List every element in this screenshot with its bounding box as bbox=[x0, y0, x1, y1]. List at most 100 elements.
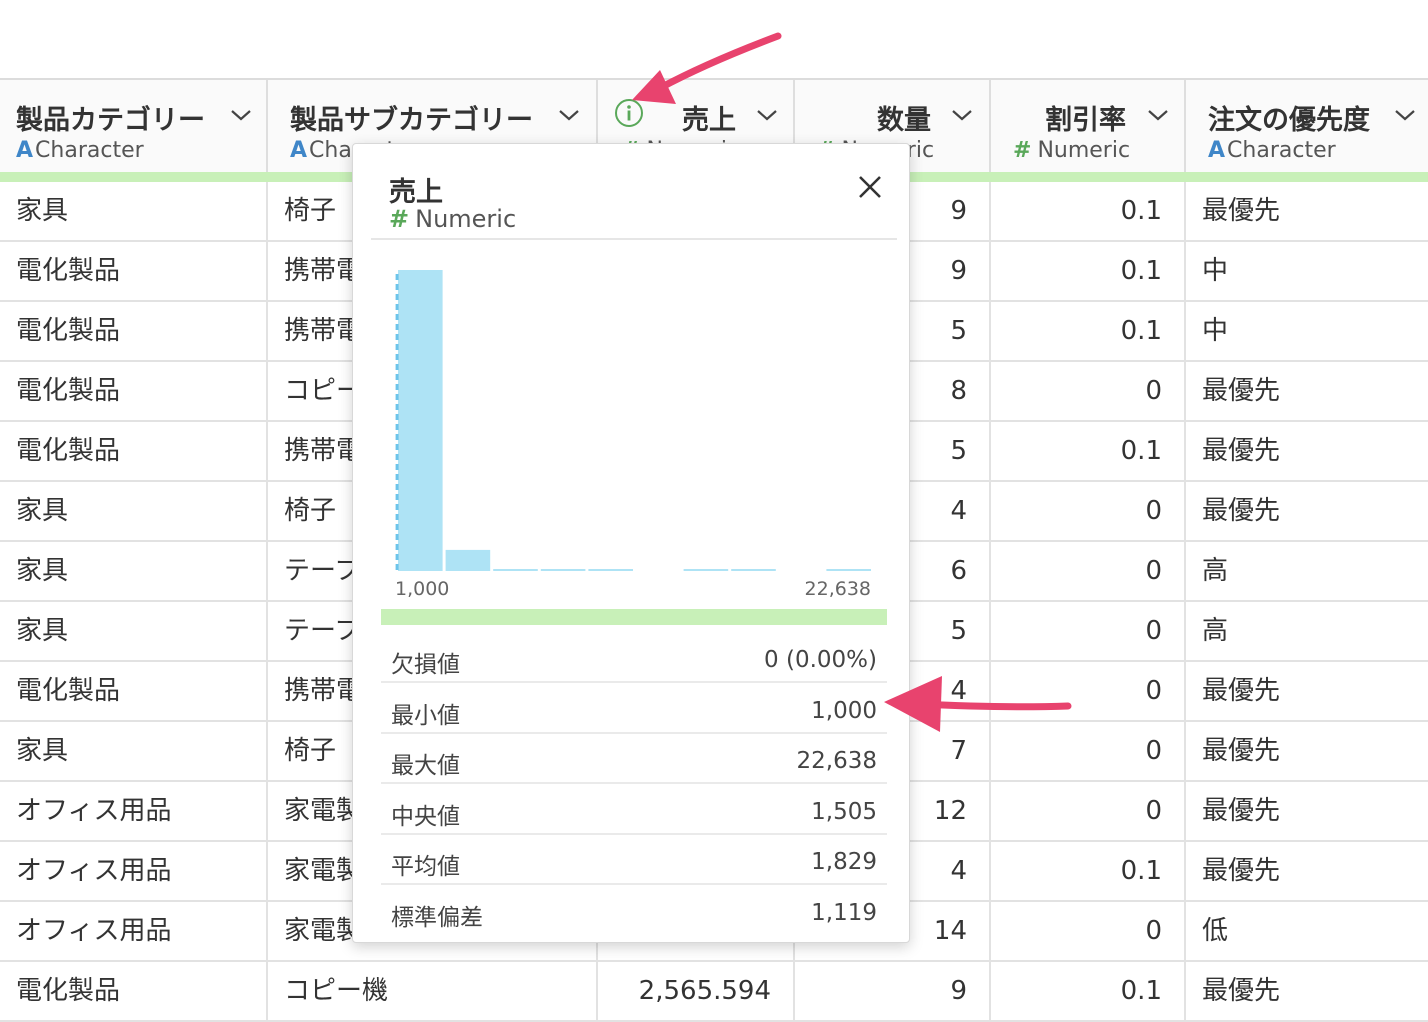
histogram-bar bbox=[493, 569, 538, 571]
cell-product-category[interactable]: 電化製品 bbox=[0, 662, 268, 720]
cell-discount-rate[interactable]: 0 bbox=[991, 362, 1186, 420]
summary-stat-value: 22,638 bbox=[796, 748, 877, 774]
cell-product-category[interactable]: 家具 bbox=[0, 182, 268, 240]
histogram-bar bbox=[588, 569, 633, 571]
column-type: #Numeric bbox=[1013, 138, 1130, 163]
cell-product-category[interactable]: 家具 bbox=[0, 542, 268, 600]
cell-product-category[interactable]: オフィス用品 bbox=[0, 902, 268, 960]
column-header-discount-rate[interactable]: 割引率 # Numeric bbox=[991, 80, 1186, 172]
histogram-bar bbox=[683, 569, 729, 571]
summary-stat-row: 中央値 1,505 bbox=[381, 785, 887, 835]
cell-order-priority[interactable]: 最優先 bbox=[1186, 722, 1428, 780]
histogram-bar bbox=[731, 569, 776, 571]
cell-order-priority[interactable]: 中 bbox=[1186, 242, 1428, 300]
histogram-chart bbox=[395, 270, 871, 571]
column-header-order-priority[interactable]: 注文の優先度 ACharacter bbox=[1186, 80, 1428, 172]
summary-stat-label: 最大値 bbox=[391, 753, 460, 779]
column-name: 売上 bbox=[682, 105, 736, 136]
cell-discount-rate[interactable]: 0 bbox=[991, 902, 1186, 960]
histogram-bar bbox=[445, 549, 491, 571]
summary-stat-row: 平均値 1,829 bbox=[381, 835, 887, 885]
summary-stat-label: 標準偏差 bbox=[391, 904, 483, 931]
column-type-label: Character bbox=[35, 138, 144, 163]
column-type-label: Character bbox=[1227, 138, 1336, 163]
cell-product-category[interactable]: 電化製品 bbox=[0, 242, 268, 300]
histogram-bar bbox=[398, 270, 443, 571]
histogram-min-label: 1,000 bbox=[395, 578, 450, 600]
column-header-product-category[interactable]: 製品カテゴリー ACharacter bbox=[0, 80, 268, 172]
cell-discount-rate[interactable]: 0.1 bbox=[991, 422, 1186, 480]
summary-stat-row: 最大値 22,638 bbox=[381, 734, 887, 784]
character-type-icon: A bbox=[290, 138, 308, 163]
cell-order-priority[interactable]: 最優先 bbox=[1186, 782, 1428, 840]
cell-discount-rate[interactable]: 0 bbox=[991, 722, 1186, 780]
column-name: 製品カテゴリー bbox=[16, 105, 205, 136]
summary-stat-value: 0 (0.00%) bbox=[764, 647, 877, 673]
info-icon[interactable] bbox=[614, 98, 644, 128]
column-type: ACharacter bbox=[1208, 138, 1336, 163]
cell-discount-rate[interactable]: 0.1 bbox=[991, 182, 1186, 240]
cell-discount-rate[interactable]: 0 bbox=[991, 602, 1186, 660]
cell-order-priority[interactable]: 最優先 bbox=[1186, 962, 1428, 1020]
chevron-down-icon[interactable] bbox=[951, 108, 973, 122]
cell-order-priority[interactable]: 最優先 bbox=[1186, 842, 1428, 900]
cell-product-category[interactable]: 家具 bbox=[0, 722, 268, 780]
chevron-down-icon[interactable] bbox=[1394, 108, 1416, 122]
summary-stat-row: 欠損値 0 (0.00%) bbox=[381, 633, 887, 683]
summary-stat-value: 1,505 bbox=[811, 798, 877, 825]
cell-product-subcategory[interactable]: コピー機 bbox=[268, 962, 598, 1020]
column-name: 割引率 bbox=[1045, 105, 1126, 136]
cell-order-priority[interactable]: 低 bbox=[1186, 902, 1428, 960]
cell-product-category[interactable]: 電化製品 bbox=[0, 362, 268, 420]
summary-stat-row: 標準偏差 1,119 bbox=[381, 886, 887, 936]
histogram-bar bbox=[540, 569, 586, 571]
column-type-label: Numeric bbox=[1037, 138, 1131, 163]
table-row[interactable]: 電化製品 コピー機 2,565.594 9 0.1 最優先 bbox=[0, 962, 1428, 1022]
summary-stat-value: 1,829 bbox=[811, 849, 877, 875]
column-name: 注文の優先度 bbox=[1208, 105, 1370, 136]
cell-order-priority[interactable]: 高 bbox=[1186, 602, 1428, 660]
cell-discount-rate[interactable]: 0.1 bbox=[991, 302, 1186, 360]
column-name: 数量 bbox=[877, 105, 931, 136]
cell-product-category[interactable]: 電化製品 bbox=[0, 422, 268, 480]
cell-order-priority[interactable]: 最優先 bbox=[1186, 482, 1428, 540]
cell-discount-rate[interactable]: 0.1 bbox=[991, 242, 1186, 300]
cell-product-category[interactable]: 家具 bbox=[0, 482, 268, 540]
cell-discount-rate[interactable]: 0 bbox=[991, 782, 1186, 840]
summary-stat-label: 平均値 bbox=[391, 854, 460, 880]
cell-order-priority[interactable]: 最優先 bbox=[1186, 182, 1428, 240]
chevron-down-icon[interactable] bbox=[230, 108, 252, 122]
column-name: 製品サブカテゴリー bbox=[290, 105, 533, 136]
cell-product-category[interactable]: 電化製品 bbox=[0, 962, 268, 1020]
column-summary-popup: 売上 # Numeric 1,000 22,638 欠損値 0 (0.00%) 最小値… bbox=[352, 143, 910, 943]
summary-stat-label: 欠損値 bbox=[391, 652, 460, 678]
popup-data-quality-bar bbox=[381, 609, 887, 625]
cell-order-priority[interactable]: 中 bbox=[1186, 302, 1428, 360]
cell-discount-rate[interactable]: 0.1 bbox=[991, 842, 1186, 900]
cell-order-priority[interactable]: 最優先 bbox=[1186, 362, 1428, 420]
chevron-down-icon[interactable] bbox=[558, 108, 580, 122]
chevron-down-icon[interactable] bbox=[756, 108, 778, 122]
summary-stat-label: 最小値 bbox=[391, 702, 460, 729]
cell-sales[interactable]: 2,565.594 bbox=[598, 962, 795, 1020]
histogram-max-label: 22,638 bbox=[804, 578, 871, 600]
cell-product-category[interactable]: 家具 bbox=[0, 602, 268, 660]
summary-stat-label: 中央値 bbox=[391, 803, 460, 830]
cell-discount-rate[interactable]: 0 bbox=[991, 482, 1186, 540]
summary-stat-row: 最小値 1,000 bbox=[381, 684, 887, 734]
histogram-bar bbox=[826, 569, 871, 571]
summary-stat-value: 1,119 bbox=[811, 899, 877, 926]
cell-discount-rate[interactable]: 0 bbox=[991, 542, 1186, 600]
cell-product-category[interactable]: オフィス用品 bbox=[0, 782, 268, 840]
cell-order-priority[interactable]: 最優先 bbox=[1186, 662, 1428, 720]
cell-product-category[interactable]: 電化製品 bbox=[0, 302, 268, 360]
cell-order-priority[interactable]: 高 bbox=[1186, 542, 1428, 600]
chevron-down-icon[interactable] bbox=[1147, 108, 1169, 122]
numeric-type-icon: # bbox=[1013, 138, 1032, 163]
cell-discount-rate[interactable]: 0 bbox=[991, 662, 1186, 720]
cell-order-priority[interactable]: 最優先 bbox=[1186, 422, 1428, 480]
cell-product-category[interactable]: オフィス用品 bbox=[0, 842, 268, 900]
cell-quantity[interactable]: 9 bbox=[795, 962, 991, 1020]
cell-discount-rate[interactable]: 0.1 bbox=[991, 962, 1186, 1020]
character-type-icon: A bbox=[1208, 138, 1226, 163]
